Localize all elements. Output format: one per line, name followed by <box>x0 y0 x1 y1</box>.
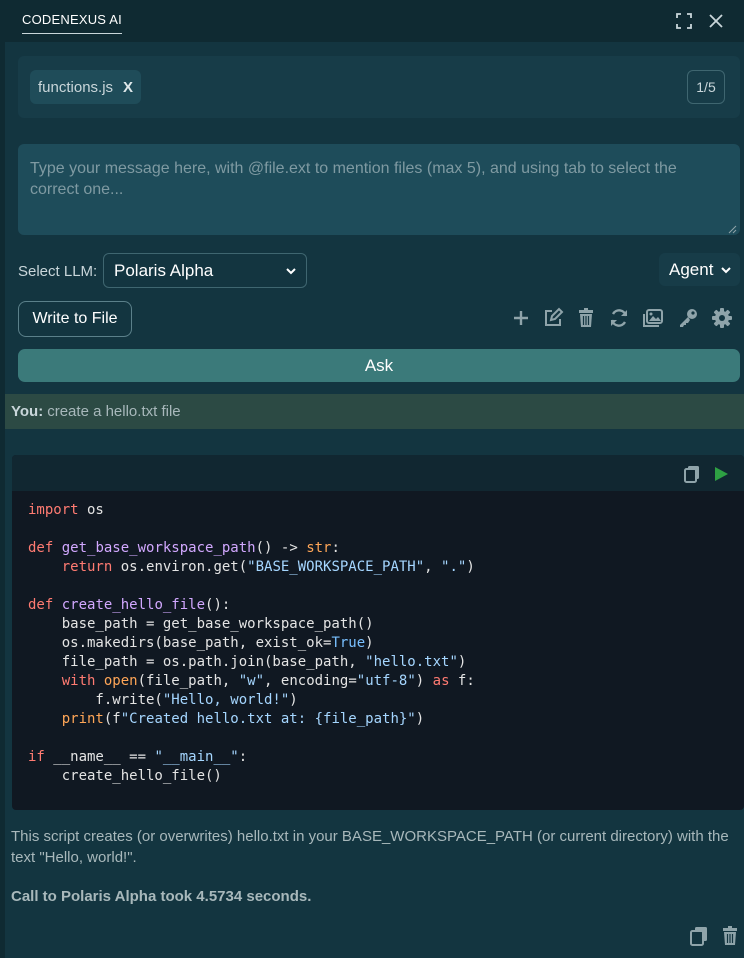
code-line: def create_hello_file(): <box>28 597 231 613</box>
chevron-down-icon <box>286 268 296 275</box>
close-icon[interactable] <box>707 12 725 30</box>
user-message-text: create a hello.txt file <box>47 403 181 420</box>
llm-label: Select LLM: <box>18 263 98 280</box>
code-line: import os <box>28 502 104 518</box>
write-to-file-button[interactable]: Write to File <box>18 301 132 337</box>
user-message: You: create a hello.txt file <box>5 394 744 429</box>
file-counter: 1/5 <box>687 70 725 104</box>
play-icon[interactable] <box>711 464 731 484</box>
images-icon[interactable] <box>642 307 664 329</box>
code-block: import os def get_base_workspace_path() … <box>12 455 744 810</box>
ask-button[interactable]: Ask <box>18 349 740 382</box>
fullscreen-icon[interactable] <box>675 12 693 30</box>
code-line: return os.environ.get("BASE_WORKSPACE_PA… <box>61 559 475 575</box>
remove-file-button[interactable]: X <box>123 79 133 96</box>
app-title-tab[interactable]: CODENEXUS AI <box>22 12 122 34</box>
code-line: f.write("Hello, world!") <box>28 692 298 708</box>
response-description: This script creates (or overwrites) hell… <box>11 828 729 866</box>
llm-select[interactable]: Polaris Alpha <box>103 253 307 288</box>
resize-grip-icon[interactable] <box>727 224 737 234</box>
mode-select[interactable]: Agent <box>659 253 740 286</box>
mode-selected-value: Agent <box>669 259 714 279</box>
refresh-icon[interactable] <box>608 307 630 329</box>
message-input[interactable] <box>18 144 740 235</box>
user-speaker-label: You: <box>11 403 44 420</box>
plus-icon[interactable] <box>510 307 532 329</box>
code-line: base_path = get_base_workspace_path() <box>28 616 374 632</box>
key-icon[interactable] <box>677 307 699 329</box>
code-line: with open(file_path, "w", encoding="utf-… <box>61 673 475 689</box>
trash-icon[interactable] <box>719 925 741 947</box>
copy-icon[interactable] <box>688 925 710 947</box>
title-bar: CODENEXUS AI <box>0 0 744 42</box>
trash-icon[interactable] <box>575 307 597 329</box>
gear-icon[interactable] <box>711 307 733 329</box>
edit-icon[interactable] <box>542 307 564 329</box>
code-content: import os def get_base_workspace_path() … <box>28 501 475 786</box>
attached-files-panel: functions.js X 1/5 <box>18 56 740 118</box>
chat-panel: functions.js X 1/5 Select LLM: Polaris A… <box>5 42 744 958</box>
code-line: if __name__ == "__main__": <box>28 749 248 765</box>
code-line: create_hello_file() <box>28 768 222 784</box>
code-line: print(f"Created hello.txt at: {file_path… <box>61 711 425 727</box>
llm-selected-value: Polaris Alpha <box>114 260 214 280</box>
code-line: def get_base_workspace_path() -> str: <box>28 540 340 556</box>
file-chip[interactable]: functions.js X <box>30 70 142 104</box>
file-chip-name: functions.js <box>38 78 114 96</box>
copy-icon[interactable] <box>682 464 702 484</box>
response-timing: Call to Polaris Alpha took 4.5734 second… <box>11 888 312 905</box>
code-block-header <box>12 455 744 491</box>
code-line: file_path = os.path.join(base_path, "hel… <box>28 654 467 670</box>
code-line: os.makedirs(base_path, exist_ok=True) <box>28 635 374 651</box>
chevron-down-icon <box>721 267 731 274</box>
